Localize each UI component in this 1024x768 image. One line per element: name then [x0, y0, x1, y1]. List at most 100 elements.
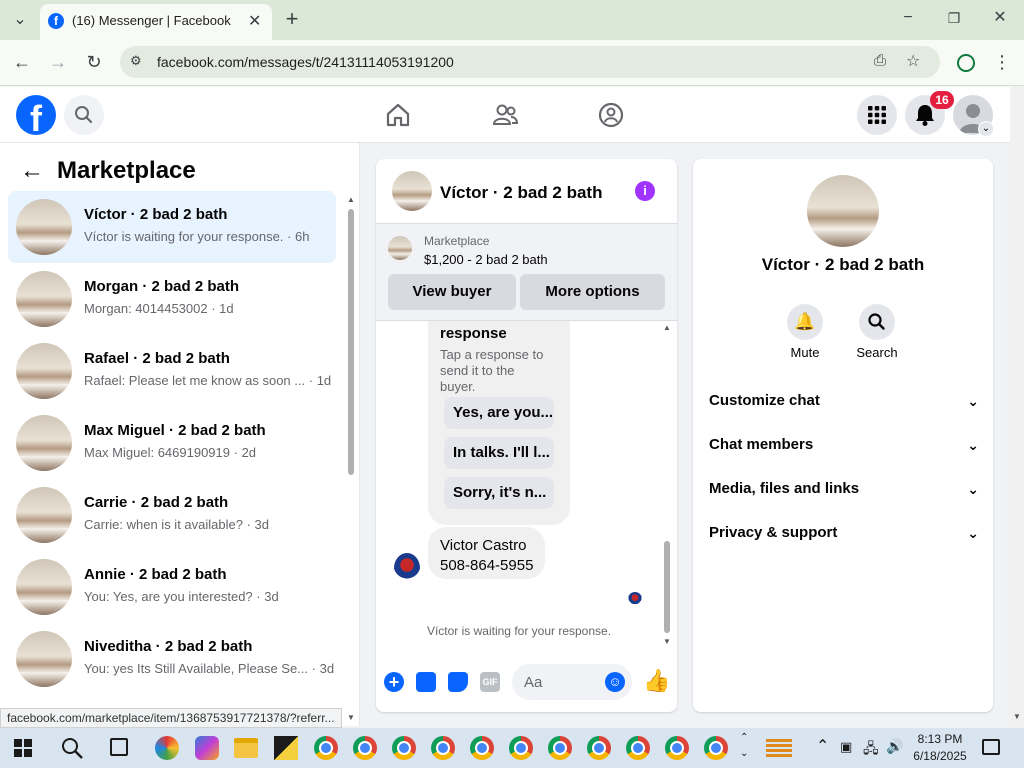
conversation-avatar [16, 343, 72, 399]
chrome-app-icon[interactable] [353, 736, 377, 760]
mute-button[interactable]: 🔔 Mute [785, 304, 825, 360]
like-thumb-icon[interactable]: 👍 [643, 668, 670, 694]
chrome-app-icon[interactable] [431, 736, 455, 760]
conversation-preview: Morgan: 4014453002 · 1d [84, 301, 334, 316]
chrome-app-icon[interactable] [587, 736, 611, 760]
taskbar-search-icon[interactable] [60, 736, 84, 760]
reload-icon[interactable]: ↻ [84, 52, 104, 72]
message-phone: 508-864-5955 [440, 557, 534, 574]
site-info-icon[interactable]: ⚙ [130, 53, 142, 69]
network-icon[interactable]: 🖧 [863, 738, 879, 762]
chat-scroll-down-icon[interactable]: ▼ [663, 637, 671, 646]
chrome-app-icon[interactable] [314, 736, 338, 760]
close-tab-icon[interactable]: ✕ [248, 11, 261, 31]
page-scroll-down-icon[interactable]: ▼ [1013, 712, 1021, 721]
url-bar[interactable]: ⚙ facebook.com/messages/t/24131114053191… [120, 46, 940, 78]
search-button[interactable] [64, 95, 104, 135]
bookmark-star-icon[interactable]: ☆ [906, 51, 920, 71]
attach-photo-icon[interactable] [416, 672, 436, 692]
taskbar-overflow-icon[interactable]: ⌃ ⌄ [740, 730, 748, 762]
conversation-item[interactable]: Annie · 2 bad 2 bath You: Yes, are you in… [8, 551, 336, 623]
paint-app-icon[interactable] [155, 736, 179, 760]
sticker-icon[interactable] [448, 672, 468, 692]
forward-icon[interactable]: → [48, 52, 68, 72]
chrome-app-icon[interactable] [665, 736, 689, 760]
chrome-app-icon[interactable] [470, 736, 494, 760]
quick-reply-yes[interactable]: Yes, are you... [444, 397, 554, 429]
conversation-item[interactable]: Rafael · 2 bad 2 bath Rafael: Please let … [8, 335, 336, 407]
chrome-app-icon[interactable] [392, 736, 416, 760]
notification-center-icon[interactable] [982, 739, 1000, 755]
clock-date[interactable]: 6/18/2025 [910, 749, 970, 763]
chrome-app-icon[interactable] [626, 736, 650, 760]
chat-scrollbar[interactable]: ▲ ▼ [662, 323, 672, 649]
back-icon[interactable]: ← [12, 52, 32, 72]
view-buyer-button[interactable]: View buyer [388, 274, 516, 310]
details-search-icon [868, 313, 885, 330]
scroll-down-arrow-icon[interactable]: ▼ [347, 713, 355, 722]
scroll-thumb[interactable] [348, 209, 354, 475]
chrome-app-icon[interactable] [704, 736, 728, 760]
more-actions-icon[interactable]: + [384, 672, 404, 692]
conversation-item[interactable]: Carrie · 2 bad 2 bath Carrie: when is it … [8, 479, 336, 551]
chrome-app-icon[interactable] [509, 736, 533, 760]
menu-button[interactable] [857, 95, 897, 135]
friends-icon[interactable] [491, 101, 519, 129]
list-scrollbar[interactable]: ▲ ▼ [346, 195, 356, 725]
meet-now-icon[interactable]: ▣ [840, 739, 852, 755]
conversation-item[interactable]: Morgan · 2 bad 2 bath Morgan: 4014453002 … [8, 263, 336, 335]
conversation-title: Carrie · 2 bad 2 bath [84, 494, 229, 511]
tab-search-icon[interactable]: ⌄ [10, 10, 30, 30]
search-in-chat-button[interactable]: Search [856, 304, 898, 360]
page-scrollbar[interactable]: ▼ [1010, 87, 1024, 728]
message-input[interactable]: Aa ☺ [512, 664, 632, 700]
facebook-logo-icon[interactable]: f [16, 95, 56, 135]
clock-time[interactable]: 8:13 PM [916, 732, 964, 746]
scroll-up-arrow-icon[interactable]: ▲ [347, 195, 355, 204]
quick-reply-in-talks[interactable]: In talks. I'll l... [444, 437, 554, 469]
minimize-icon[interactable]: − [898, 8, 918, 28]
close-window-icon[interactable]: ✕ [990, 8, 1010, 28]
conversation-item[interactable]: Víctor · 2 bad 2 bath Víctor is waiting f… [8, 191, 336, 263]
copilot-app-icon[interactable] [195, 736, 219, 760]
back-arrow-icon[interactable]: ← [20, 157, 44, 185]
privacy-support-row[interactable]: Privacy & support ⌄ [709, 519, 979, 547]
chat-scroll-thumb[interactable] [664, 541, 670, 633]
volume-icon[interactable]: 🔊 [886, 738, 903, 755]
conversation-preview: You: yes Its Still Available, Please Se.… [84, 661, 334, 676]
chat-title[interactable]: Víctor · 2 bad 2 bath [440, 183, 602, 203]
info-icon[interactable]: i [635, 181, 655, 201]
conversation-preview: You: Yes, are you interested? · 3d [84, 589, 334, 604]
sticky-notes-icon[interactable] [274, 736, 298, 760]
more-options-button[interactable]: More options [520, 274, 665, 310]
gif-icon[interactable]: GIF [480, 672, 500, 692]
browser-tab[interactable]: f (16) Messenger | Facebook ✕ [40, 4, 272, 40]
chat-scroll-up-icon[interactable]: ▲ [663, 323, 671, 332]
show-hidden-icons-icon[interactable]: ⌃ [816, 736, 829, 756]
conversation-item[interactable]: Niveditha · 2 bad 2 bath You: yes Its Sti… [8, 623, 336, 695]
media-files-links-row[interactable]: Media, files and links ⌄ [709, 475, 979, 503]
restore-icon[interactable]: ❐ [944, 8, 964, 28]
profile-icon[interactable] [957, 54, 975, 72]
windows-start-icon[interactable] [14, 739, 32, 757]
browser-menu-icon[interactable]: ⋮ [992, 52, 1012, 72]
facebook-favicon-icon: f [48, 13, 64, 29]
file-explorer-icon[interactable] [234, 738, 258, 758]
customize-chat-row[interactable]: Customize chat ⌄ [709, 387, 979, 415]
chrome-app-icon[interactable] [548, 736, 572, 760]
quick-reply-sorry[interactable]: Sorry, it's n... [444, 477, 554, 509]
task-view-icon[interactable] [110, 738, 128, 756]
widgets-icon[interactable] [766, 739, 792, 757]
conversation-time: 3d [264, 589, 279, 604]
chat-members-row[interactable]: Chat members ⌄ [709, 431, 979, 459]
new-tab-icon[interactable]: + [282, 8, 302, 30]
groups-icon[interactable] [597, 101, 625, 129]
chat-header-avatar[interactable] [392, 171, 432, 211]
install-app-icon[interactable]: ⎙ [874, 52, 886, 69]
home-icon[interactable] [384, 101, 412, 129]
emoji-icon[interactable]: ☺ [605, 672, 625, 692]
account-chevron-icon[interactable]: ⌄ [978, 121, 994, 137]
conversation-item[interactable]: Max Miguel · 2 bad 2 bath Max Miguel: 646… [8, 407, 336, 479]
sender-avatar [394, 553, 420, 583]
listing-thumbnail [388, 236, 412, 260]
